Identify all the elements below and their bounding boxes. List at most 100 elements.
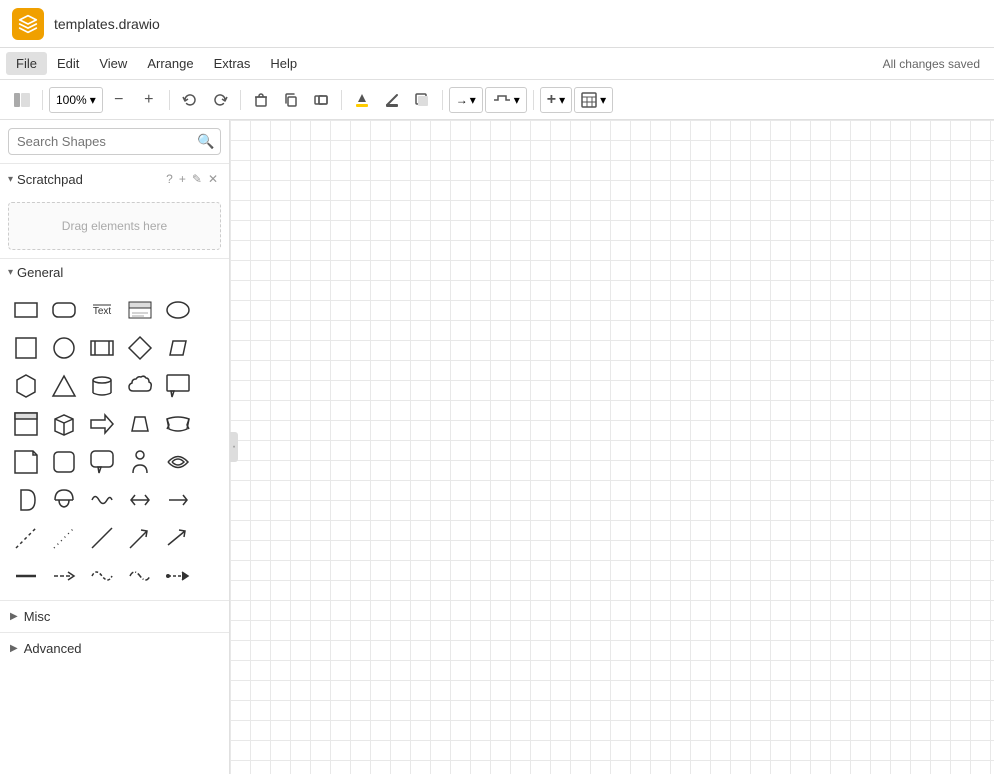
shape-arrow-diagonal[interactable]: [122, 520, 158, 556]
table-combo[interactable]: ▾: [574, 87, 613, 113]
shape-heading[interactable]: [122, 292, 158, 328]
shape-angled-arrow[interactable]: [160, 520, 196, 556]
shape-hexagon[interactable]: [8, 368, 44, 404]
shape-cylinder[interactable]: [84, 368, 120, 404]
drag-area-text: Drag elements here: [62, 219, 167, 233]
general-section-header[interactable]: ▾ General: [0, 259, 229, 286]
toolbar-separator-3: [240, 90, 241, 110]
menu-extras[interactable]: Extras: [204, 52, 261, 75]
shape-dotted-diagonal[interactable]: [46, 520, 82, 556]
menu-file[interactable]: File: [6, 52, 47, 75]
duplicate-button[interactable]: [307, 86, 335, 114]
shape-cloud[interactable]: [122, 368, 158, 404]
scratchpad-section: ▾ Scratchpad ? + ✎ ✕ Drag elements here: [0, 164, 229, 259]
shape-callout-rect[interactable]: [160, 368, 196, 404]
delete-button[interactable]: [247, 86, 275, 114]
shape-connector-3[interactable]: [122, 558, 158, 594]
shape-parallelogram[interactable]: [160, 330, 196, 366]
undo-button[interactable]: [176, 86, 204, 114]
general-section: ▾ General Text: [0, 259, 229, 600]
shape-cube[interactable]: [46, 406, 82, 442]
zoom-out-button[interactable]: −: [105, 86, 133, 114]
shape-squiggle[interactable]: [84, 482, 120, 518]
zoom-level: 100%: [56, 93, 87, 107]
shape-rounded-rectangle[interactable]: [46, 292, 82, 328]
shape-arc[interactable]: [160, 444, 196, 480]
shape-connector-4[interactable]: [160, 558, 196, 594]
shape-dashed-arrow-connector[interactable]: [46, 558, 82, 594]
shape-dashed-diagonal[interactable]: [8, 520, 44, 556]
general-label: General: [17, 265, 63, 280]
canvas[interactable]: [230, 120, 994, 774]
shape-note[interactable]: [8, 444, 44, 480]
shape-half-circle[interactable]: [46, 482, 82, 518]
shape-square[interactable]: [8, 330, 44, 366]
menu-view[interactable]: View: [89, 52, 137, 75]
shape-ribbon[interactable]: [160, 406, 196, 442]
shape-single-arrow[interactable]: [160, 482, 196, 518]
search-input-wrap[interactable]: 🔍: [8, 128, 221, 155]
insert-chevron-icon: ▾: [559, 93, 565, 107]
shape-trapezoid[interactable]: [122, 406, 158, 442]
fill-color-button[interactable]: [348, 86, 376, 114]
shape-triangle[interactable]: [46, 368, 82, 404]
shape-rectangle[interactable]: [8, 292, 44, 328]
main-area: 🔍 ▾ Scratchpad ? + ✎ ✕ Drag elements her…: [0, 120, 994, 774]
waypoint-chevron-icon: ▾: [514, 93, 520, 107]
shape-text[interactable]: Text: [84, 292, 120, 328]
zoom-in-button[interactable]: +: [135, 86, 163, 114]
search-input[interactable]: [17, 134, 193, 149]
shape-bidirectional-arrow[interactable]: [122, 482, 158, 518]
waypoint-combo[interactable]: ▾: [485, 87, 527, 113]
menu-edit[interactable]: Edit: [47, 52, 89, 75]
zoom-chevron-icon: ▾: [90, 93, 96, 107]
toolbar: 100% ▾ − + → ▾ ▾: [0, 80, 994, 120]
shape-person[interactable]: [122, 444, 158, 480]
misc-section-header[interactable]: ▶ Misc: [0, 601, 229, 632]
advanced-label: Advanced: [24, 641, 82, 656]
table-icon: [581, 92, 597, 108]
scratchpad-header: ▾ Scratchpad ? + ✎ ✕: [0, 164, 229, 194]
insert-combo[interactable]: + ▾: [540, 87, 572, 113]
connection-style-combo[interactable]: → ▾: [449, 87, 483, 113]
shape-connector-2[interactable]: [84, 558, 120, 594]
search-box: 🔍: [0, 120, 229, 164]
zoom-combo[interactable]: 100% ▾: [49, 87, 103, 113]
canvas-resizer[interactable]: [230, 432, 238, 462]
line-color-button[interactable]: [378, 86, 406, 114]
misc-triangle-icon: ▶: [10, 611, 18, 622]
shape-process[interactable]: [84, 330, 120, 366]
insert-plus-icon: +: [547, 91, 556, 109]
scratchpad-label: Scratchpad: [17, 172, 163, 187]
shape-diamond[interactable]: [122, 330, 158, 366]
waypoint-icon: [492, 93, 512, 107]
shape-arrow-right[interactable]: [84, 406, 120, 442]
redo-button[interactable]: [206, 86, 234, 114]
view-toggle-button[interactable]: [8, 86, 36, 114]
shape-rounded-square[interactable]: [46, 444, 82, 480]
shape-line-diagonal[interactable]: [84, 520, 120, 556]
general-chevron-icon: ▾: [8, 267, 13, 278]
shadow-button[interactable]: [408, 86, 436, 114]
copy-button[interactable]: [277, 86, 305, 114]
scratchpad-help-button[interactable]: ?: [163, 170, 176, 188]
menu-arrange[interactable]: Arrange: [137, 52, 203, 75]
shape-d-shape[interactable]: [8, 482, 44, 518]
sidebar-content: ▾ Scratchpad ? + ✎ ✕ Drag elements here …: [0, 164, 229, 774]
svg-text:Text: Text: [93, 306, 112, 317]
advanced-section-header[interactable]: ▶ Advanced: [0, 633, 229, 664]
toolbar-separator-4: [341, 90, 342, 110]
advanced-section: ▶ Advanced: [0, 632, 229, 664]
scratchpad-add-button[interactable]: +: [176, 170, 189, 188]
shape-ellipse[interactable]: [160, 292, 196, 328]
shape-frame[interactable]: [8, 406, 44, 442]
misc-label: Misc: [24, 609, 51, 624]
shape-line-connector[interactable]: [8, 558, 44, 594]
shape-callout-rounded[interactable]: [84, 444, 120, 480]
scratchpad-edit-button[interactable]: ✎: [189, 170, 205, 188]
scratchpad-close-button[interactable]: ✕: [205, 170, 221, 188]
title-bar: templates.drawio: [0, 0, 994, 48]
scratchpad-chevron-icon: ▾: [8, 174, 13, 185]
menu-help[interactable]: Help: [260, 52, 307, 75]
shape-circle[interactable]: [46, 330, 82, 366]
